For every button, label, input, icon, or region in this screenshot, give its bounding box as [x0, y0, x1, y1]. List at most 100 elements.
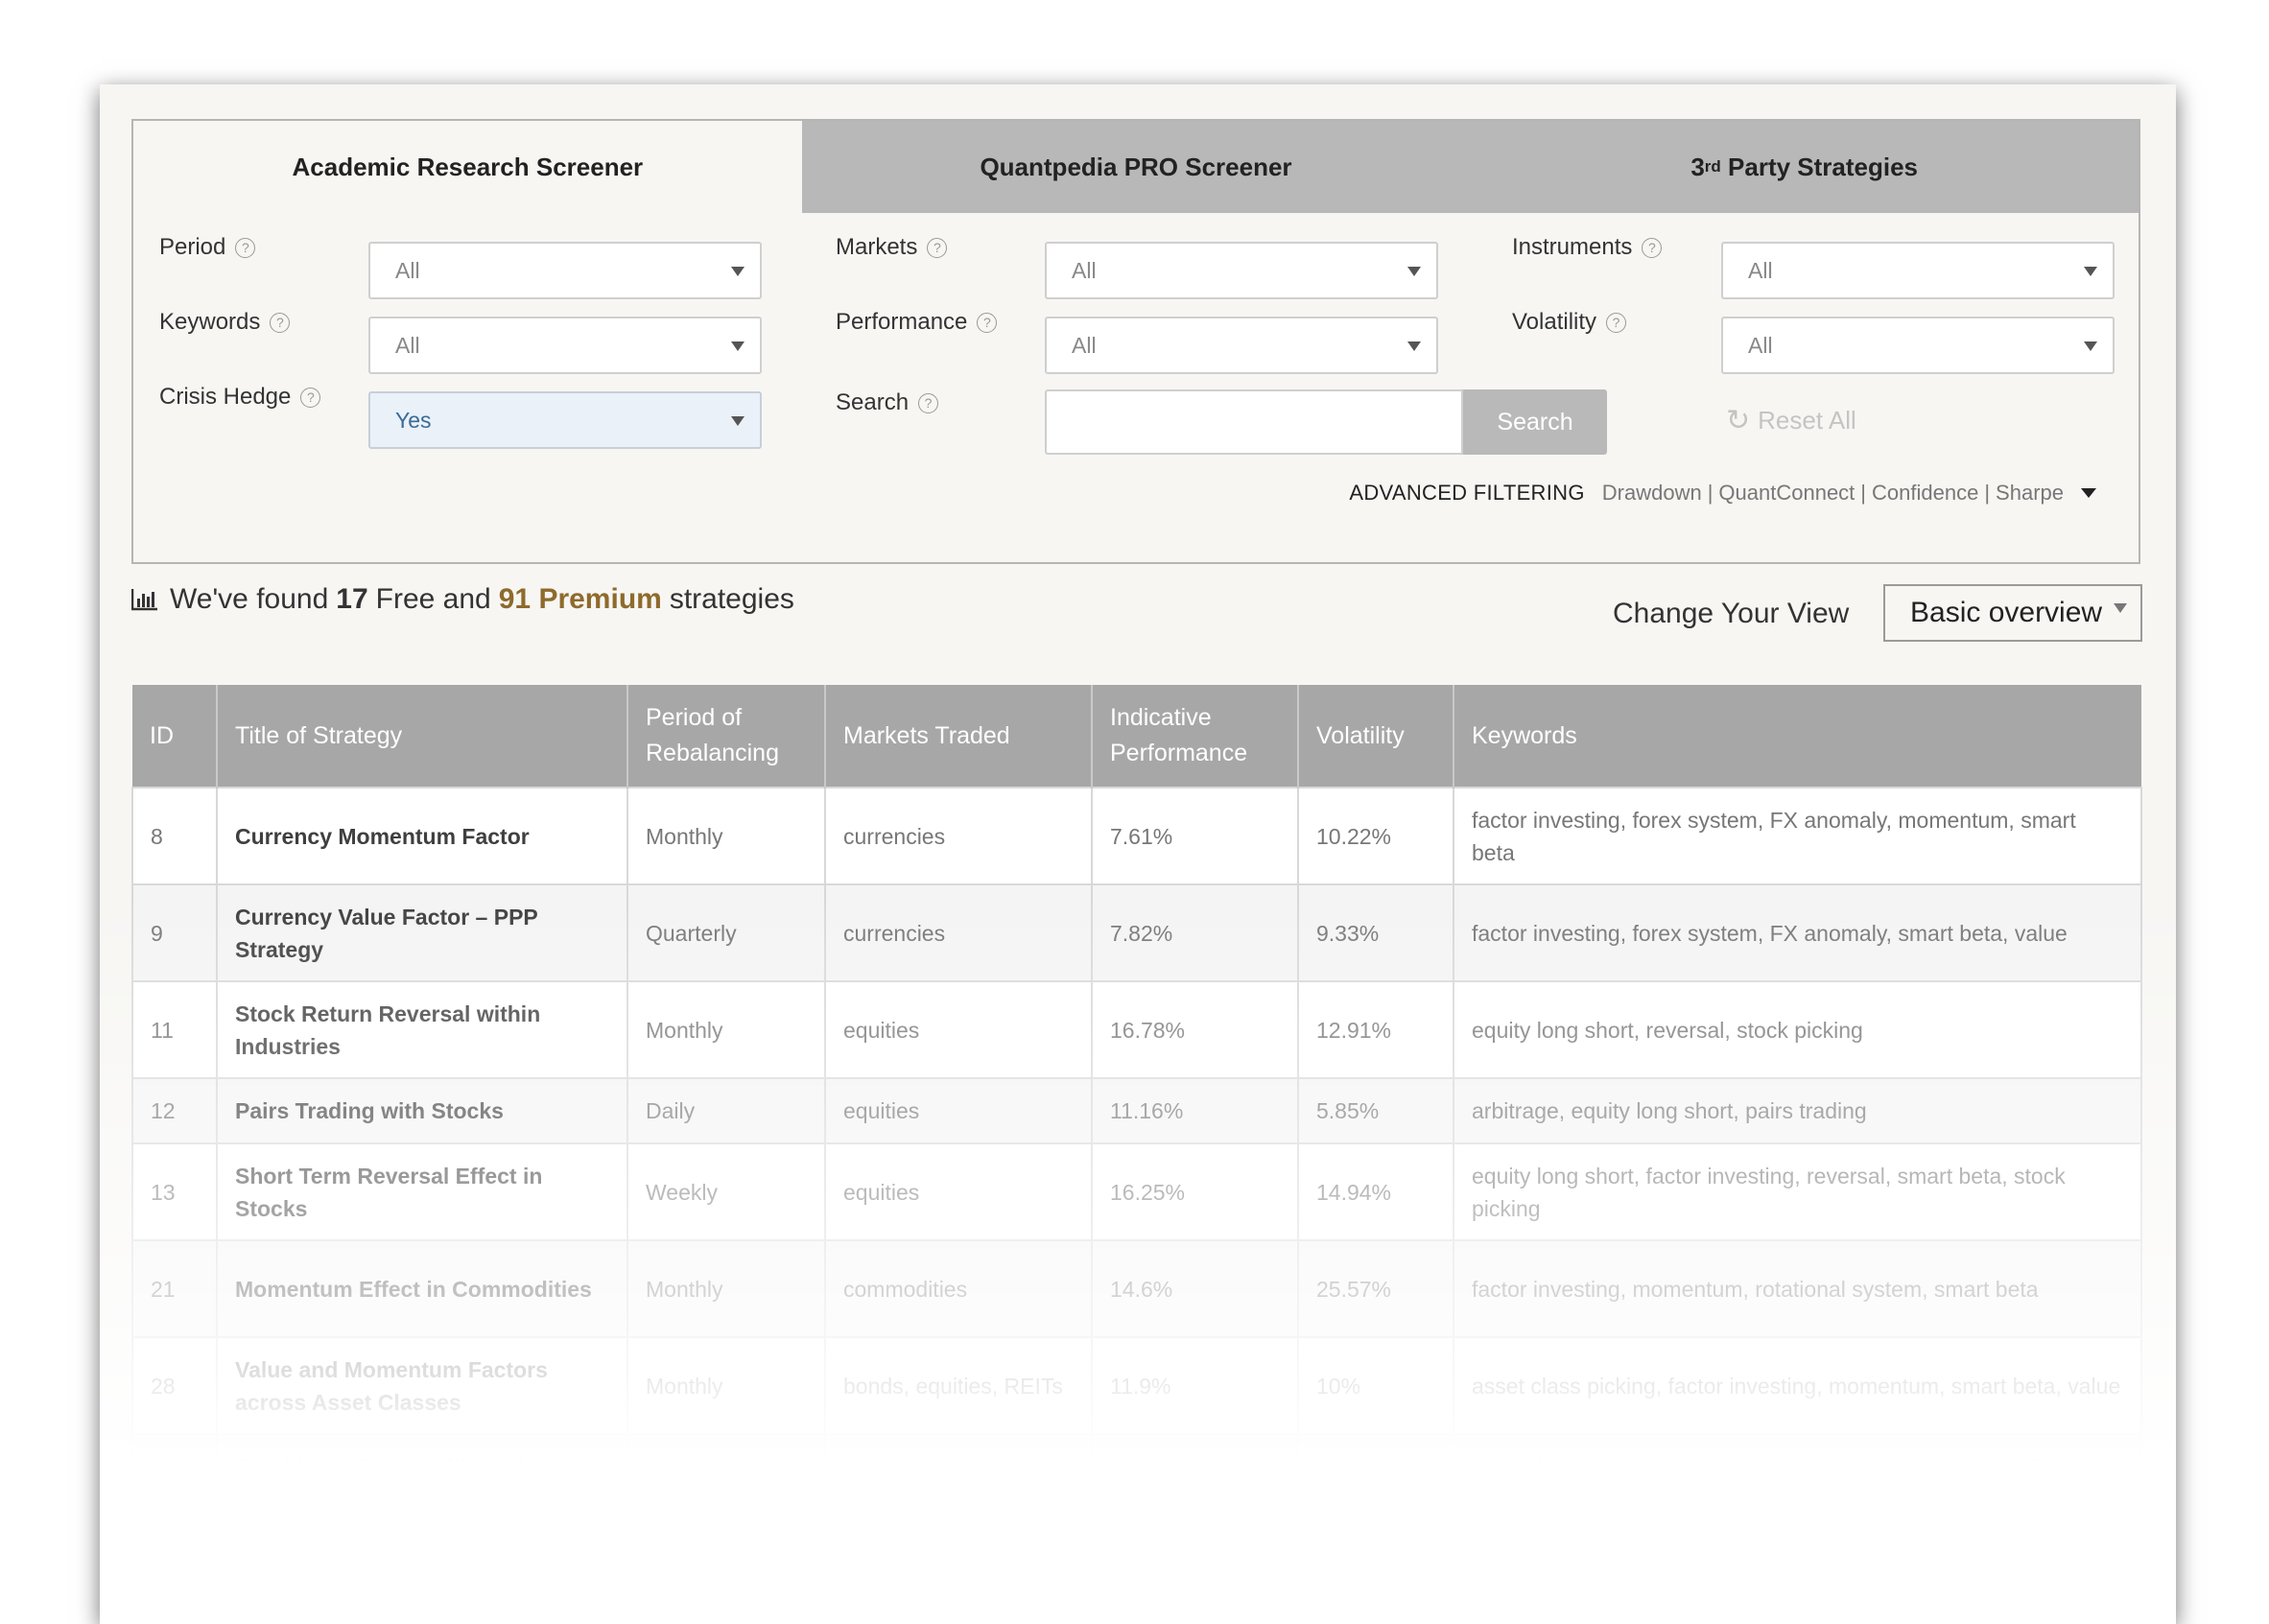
column-header-volatility[interactable]: Volatility	[1297, 685, 1454, 788]
cell-performance: 16.78%	[1091, 980, 1299, 1079]
chevron-down-icon	[2084, 341, 2097, 351]
column-header-period[interactable]: Period of Rebalancing	[626, 685, 825, 788]
cell-volatility: 17%	[1297, 1433, 1454, 1532]
table-row[interactable]: 28 Value and Momentum Factors across Ass…	[131, 1336, 2142, 1435]
advanced-filter-quantconnect[interactable]: QuantConnect	[1718, 481, 1855, 506]
crisis-hedge-select[interactable]: Yes	[368, 391, 762, 449]
cell-title[interactable]: Stock Return Reversal within Industries	[216, 980, 628, 1079]
search-button[interactable]: Search	[1463, 389, 1607, 455]
refresh-icon: ↻	[1726, 405, 1751, 436]
column-header-markets[interactable]: Markets Traded	[824, 685, 1092, 788]
cell-period: Monthly	[626, 980, 826, 1079]
cell-performance: 13.4%	[1091, 1433, 1299, 1532]
cell-volatility: 25.57%	[1297, 1239, 1454, 1338]
cell-id: 12	[131, 1077, 218, 1144]
chevron-down-icon	[1407, 341, 1421, 351]
table-row[interactable]: 21 Momentum Effect in Commodities Monthl…	[131, 1239, 2142, 1338]
change-view-label: Change Your View	[1613, 598, 1850, 629]
help-icon[interactable]: ?	[300, 387, 321, 408]
column-header-title[interactable]: Title of Strategy	[216, 685, 627, 788]
table-row[interactable]: 9 Currency Value Factor – PPP Strategy Q…	[131, 883, 2142, 982]
table-row[interactable]: 13 Short Term Reversal Effect in Stocks …	[131, 1142, 2142, 1241]
chevron-down-icon	[1407, 267, 1421, 276]
tab-quantpedia-pro-screener[interactable]: Quantpedia PRO Screener	[801, 121, 1471, 213]
caret-down-icon[interactable]	[2081, 488, 2096, 498]
keywords-filter-label: Keywords ?	[159, 309, 291, 336]
period-select[interactable]: All	[368, 242, 762, 299]
cell-title[interactable]: Short Term Reversal Effect in Stocks	[216, 1142, 628, 1241]
help-icon[interactable]: ?	[1606, 312, 1627, 333]
keywords-select[interactable]: All	[368, 317, 762, 374]
cell-markets: equities	[824, 1433, 1093, 1532]
help-icon[interactable]: ?	[918, 392, 939, 413]
table-row[interactable]: 8 Currency Momentum Factor Monthly curre…	[131, 787, 2142, 885]
period-filter-label: Period ?	[159, 234, 256, 261]
performance-select[interactable]: All	[1045, 317, 1438, 374]
cell-title[interactable]: Pairs Trading with Stocks	[216, 1077, 628, 1144]
chevron-down-icon	[731, 267, 745, 276]
cell-period: Monthly	[626, 1433, 826, 1532]
cell-volatility: 10%	[1297, 1336, 1454, 1435]
search-input[interactable]	[1045, 389, 1463, 455]
advanced-filter-drawdown[interactable]: Drawdown	[1602, 481, 1702, 506]
cell-volatility: 10.22%	[1297, 787, 1454, 885]
cell-volatility: 5.85%	[1297, 1077, 1454, 1144]
cell-keywords: factor investing, forex system, FX anoma…	[1453, 883, 2142, 982]
volatility-filter-label: Volatility ?	[1512, 309, 1627, 336]
bar-chart-icon	[131, 589, 157, 611]
cell-performance: 7.82%	[1091, 883, 1299, 982]
advanced-filtering: ADVANCED FILTERING Drawdown | QuantConne…	[1349, 481, 2096, 506]
table-row[interactable]: 11 Stock Return Reversal within Industri…	[131, 980, 2142, 1079]
cell-period: Monthly	[626, 1336, 826, 1435]
column-header-performance[interactable]: Indicative Performance	[1091, 685, 1298, 788]
view-select[interactable]: Basic overview	[1883, 584, 2142, 642]
help-icon[interactable]: ?	[235, 237, 256, 258]
volatility-select[interactable]: All	[1721, 317, 2115, 374]
table-row[interactable]: 33 Combining Seasonality and Momentum in…	[131, 1433, 2142, 1532]
performance-filter-label: Performance ?	[836, 309, 998, 336]
cell-keywords: equity long short, reversal, stock picki…	[1453, 980, 2142, 1079]
chevron-down-icon	[731, 416, 745, 426]
instruments-select[interactable]: All	[1721, 242, 2115, 299]
help-icon[interactable]: ?	[927, 237, 948, 258]
cell-title[interactable]: Value and Momentum Factors across Asset …	[216, 1336, 628, 1435]
reset-all-button[interactable]: ↻ Reset All	[1726, 404, 1856, 437]
cell-keywords: factor investing, momentum, rotational s…	[1453, 1239, 2142, 1338]
instruments-filter-label: Instruments ?	[1512, 234, 1663, 261]
cell-markets: currencies	[824, 883, 1093, 982]
cell-markets: equities	[824, 1077, 1093, 1144]
free-count: 17	[336, 583, 368, 615]
cell-volatility: 14.94%	[1297, 1142, 1454, 1241]
cell-period: Daily	[626, 1077, 826, 1144]
cell-title[interactable]: Combining Seasonality and Momentum in US…	[216, 1433, 628, 1532]
cell-markets: bonds, equities, REITs	[824, 1336, 1093, 1435]
column-header-keywords[interactable]: Keywords	[1453, 685, 2141, 788]
cell-id: 13	[131, 1142, 218, 1241]
table-row[interactable]: 12 Pairs Trading with Stocks Daily equit…	[131, 1077, 2142, 1144]
cell-period: Monthly	[626, 1239, 826, 1338]
advanced-filter-confidence[interactable]: Confidence	[1872, 481, 1978, 506]
cell-id: 11	[131, 980, 218, 1079]
cell-id: 9	[131, 883, 218, 982]
help-icon[interactable]: ?	[977, 312, 998, 333]
cell-keywords: equity long short, momentum, rotational …	[1453, 1433, 2142, 1532]
screener-tabs: Academic Research Screener Quantpedia PR…	[133, 121, 2139, 213]
cell-period: Weekly	[626, 1142, 826, 1241]
tab-3rd-party-strategies[interactable]: 3rd Party Strategies	[1470, 121, 2139, 213]
tab-academic-research-screener[interactable]: Academic Research Screener	[133, 121, 802, 213]
column-header-id[interactable]: ID	[132, 685, 217, 788]
advanced-filter-sharpe[interactable]: Sharpe	[1996, 481, 2064, 506]
cell-title[interactable]: Currency Momentum Factor	[216, 787, 628, 885]
chevron-down-icon	[731, 341, 745, 351]
cell-markets: currencies	[824, 787, 1093, 885]
cell-performance: 14.6%	[1091, 1239, 1299, 1338]
help-icon[interactable]: ?	[270, 312, 291, 333]
cell-performance: 11.9%	[1091, 1336, 1299, 1435]
screener-panel: Academic Research Screener Quantpedia PR…	[131, 119, 2140, 564]
markets-select[interactable]: All	[1045, 242, 1438, 299]
cell-title[interactable]: Currency Value Factor – PPP Strategy	[216, 883, 628, 982]
results-summary: We've found 17 Free and 91 Premium strat…	[131, 583, 794, 616]
cell-title[interactable]: Momentum Effect in Commodities	[216, 1239, 628, 1338]
help-icon[interactable]: ?	[1642, 237, 1663, 258]
cell-id: 28	[131, 1336, 218, 1435]
